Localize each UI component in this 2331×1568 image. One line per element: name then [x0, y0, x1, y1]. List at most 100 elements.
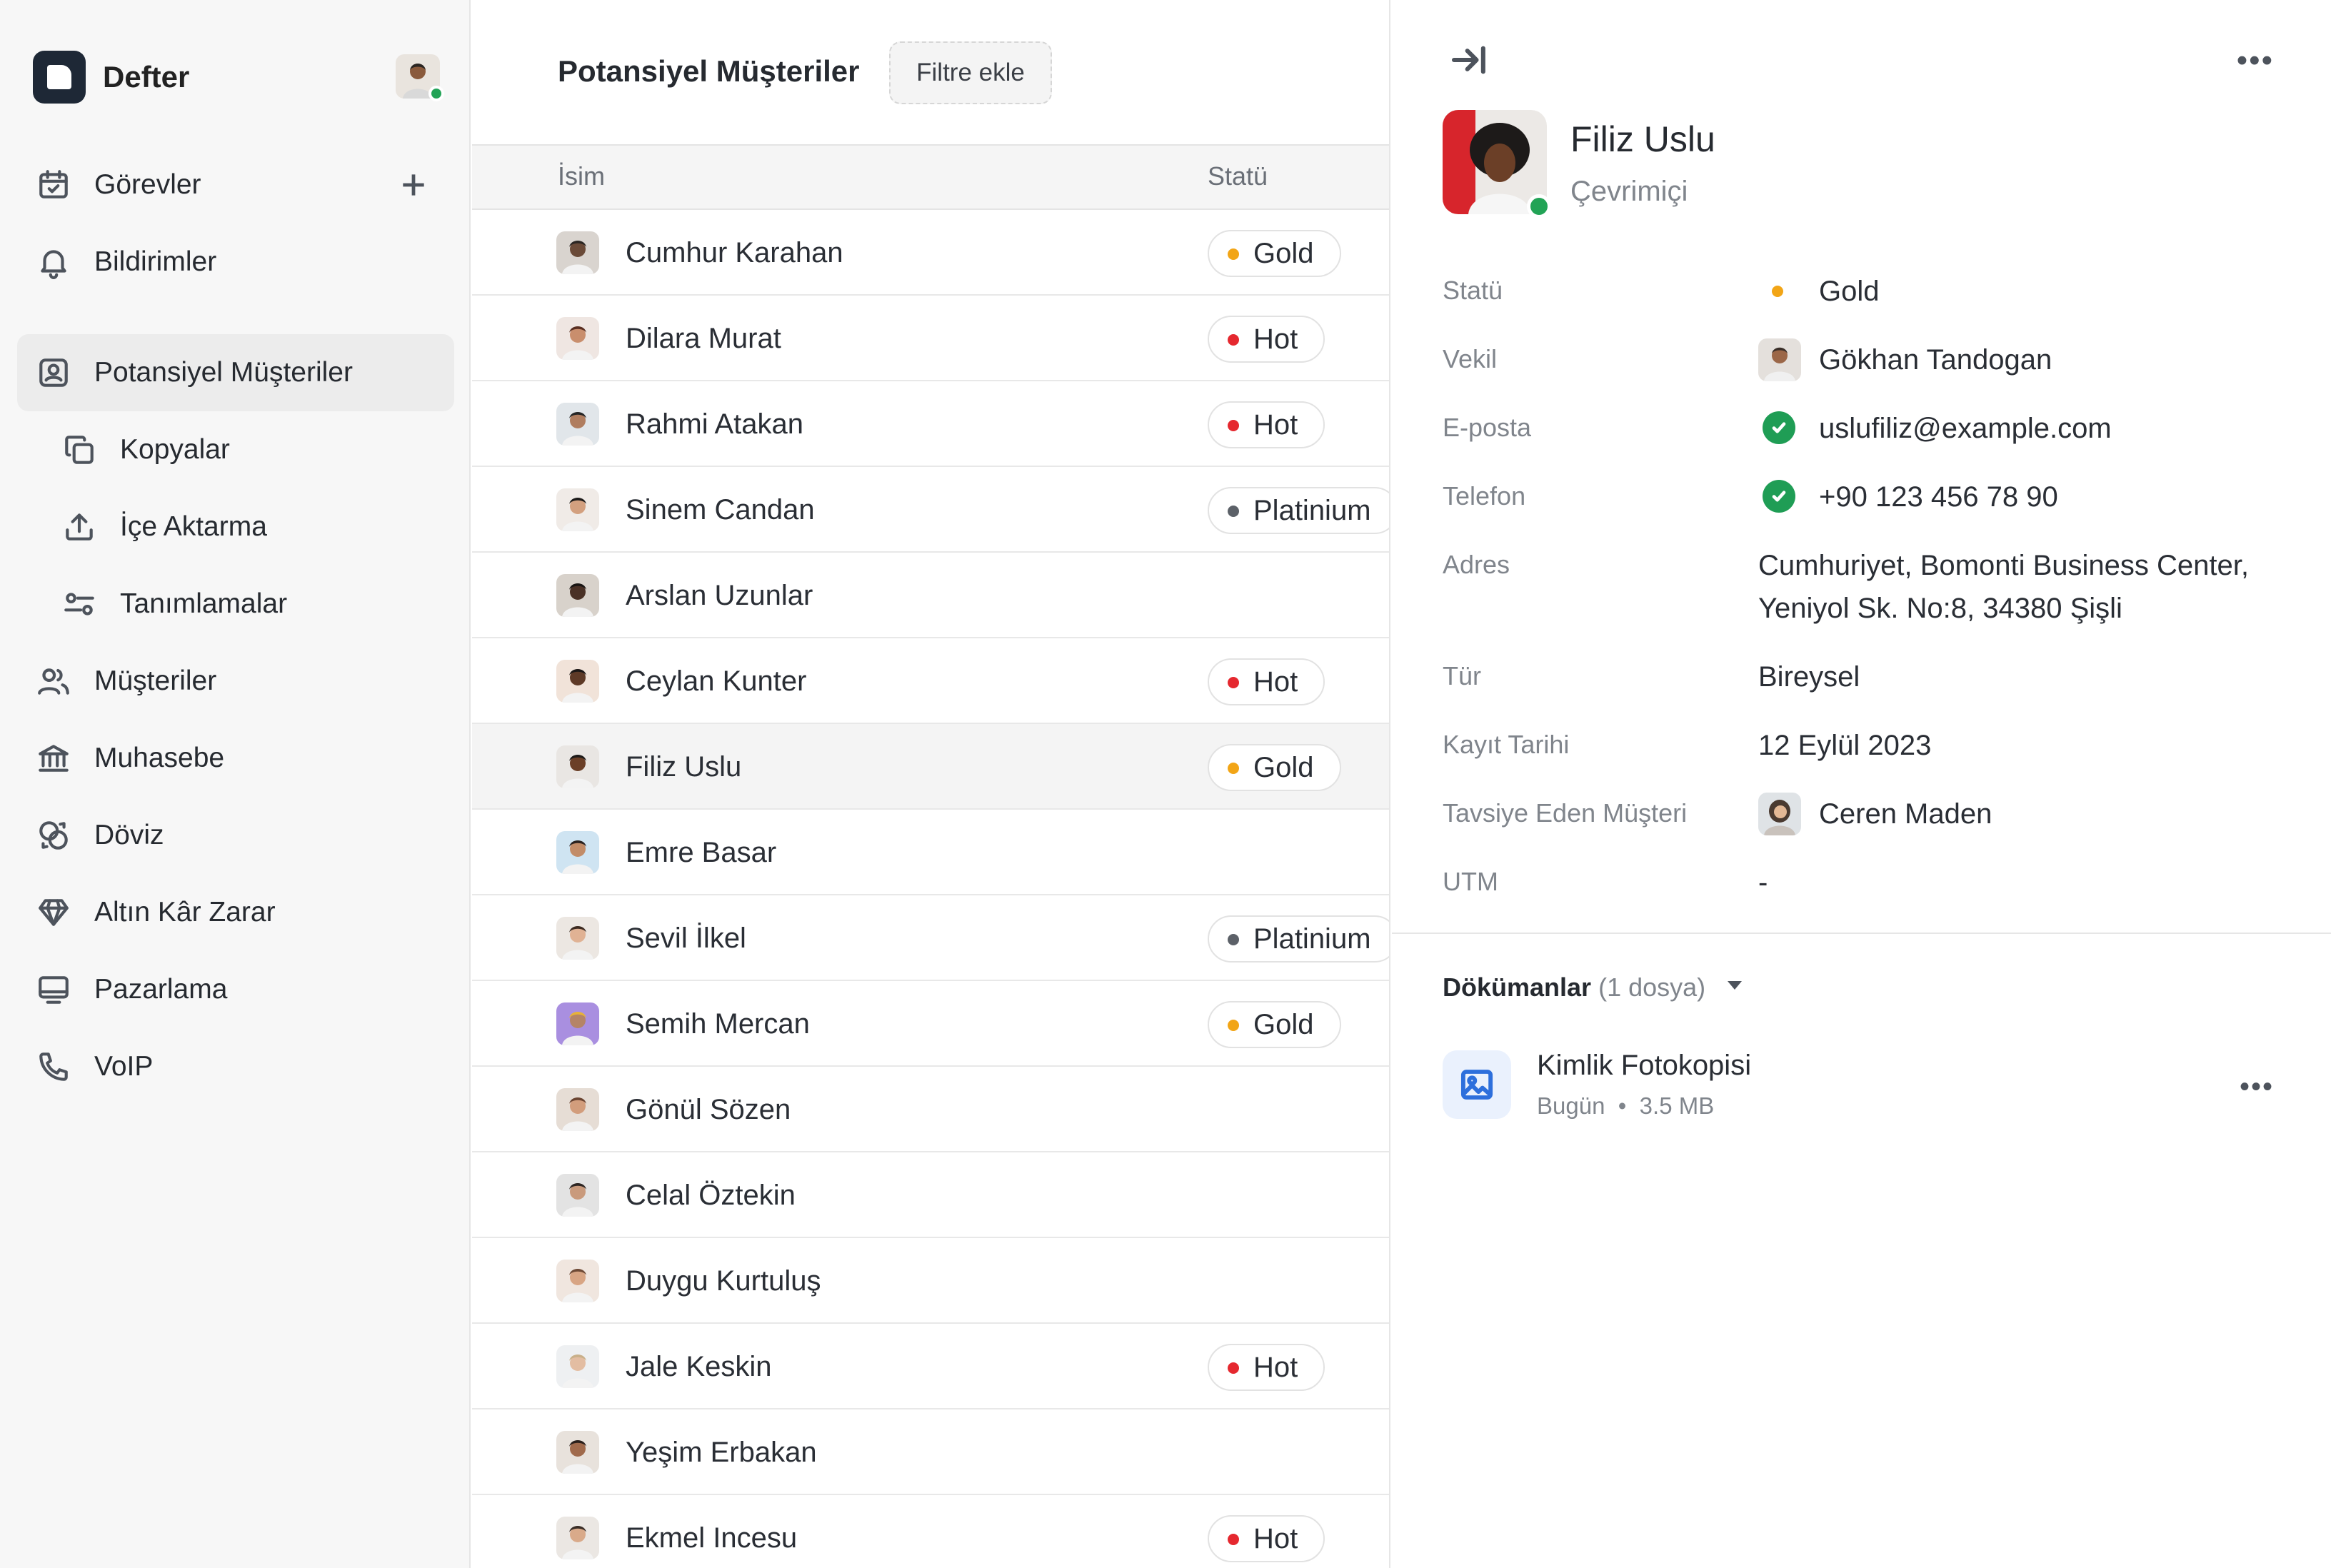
table-row[interactable]: Sinem Candan Platinium: [472, 467, 1389, 553]
table-row[interactable]: Rahmi Atakan Hot: [472, 381, 1389, 467]
sidebar-header: Defter: [33, 50, 444, 104]
table-row[interactable]: Gönül Sözen: [472, 1067, 1389, 1152]
leads-list-panel: Potansiyel Müşteriler Filtre ekle İsim S…: [472, 0, 1390, 1568]
status-badge[interactable]: Platinium: [1208, 915, 1389, 963]
table-row[interactable]: Filiz Uslu Gold: [472, 724, 1389, 810]
table-row[interactable]: Celal Öztekin: [472, 1152, 1389, 1238]
document-name[interactable]: Kimlik Fotokopisi: [1537, 1050, 1751, 1082]
table-row[interactable]: Arslan Uzunlar: [472, 553, 1389, 638]
image-file-icon[interactable]: [1443, 1050, 1511, 1119]
field-value-type[interactable]: Bireysel: [1758, 655, 1860, 698]
table-row[interactable]: Duygu Kurtuluş: [472, 1238, 1389, 1324]
table-row[interactable]: Jale Keskin Hot: [472, 1324, 1389, 1409]
collapse-panel-icon[interactable]: [1449, 40, 1492, 83]
field-value-utm[interactable]: -: [1758, 861, 1768, 904]
column-header-name[interactable]: İsim: [558, 161, 605, 191]
add-filter-button[interactable]: Filtre ekle: [889, 41, 1052, 104]
status-badge[interactable]: Gold: [1208, 1001, 1341, 1048]
lead-name[interactable]: Arslan Uzunlar: [626, 580, 813, 612]
status-badge-label: Hot: [1253, 1351, 1298, 1383]
lead-name[interactable]: Duygu Kurtuluş: [626, 1265, 821, 1297]
sidebar-item-altin-kar-zarar[interactable]: Altın Kâr Zarar: [17, 874, 454, 951]
table-row[interactable]: Ceylan Kunter Hot: [472, 638, 1389, 724]
status-badge[interactable]: Hot: [1208, 401, 1325, 448]
sidebar-item-label: Potansiyel Müşteriler: [94, 357, 353, 388]
field-value-status[interactable]: Gold: [1819, 270, 1880, 313]
status-dot: [1228, 677, 1239, 688]
status-badge[interactable]: Gold: [1208, 744, 1341, 791]
sidebar-item-label: Döviz: [94, 820, 164, 850]
lead-name[interactable]: Filiz Uslu: [626, 751, 741, 783]
user-avatar[interactable]: [396, 54, 444, 101]
sidebar-item-label: Müşteriler: [94, 665, 217, 696]
field-value-email[interactable]: uslufiliz@example.com: [1819, 407, 2112, 450]
status-dot: [1228, 1362, 1239, 1374]
online-status-dot: [428, 86, 444, 101]
sidebar-item-tanimlamalar[interactable]: Tanımlamalar: [43, 566, 454, 643]
sidebar: Defter Görevler Bildirimler Potansiyel M…: [0, 0, 471, 1568]
table-row[interactable]: Emre Basar: [472, 810, 1389, 895]
table-row[interactable]: Cumhur Karahan Gold: [472, 210, 1389, 296]
lead-name[interactable]: Celal Öztekin: [626, 1180, 796, 1212]
field-label-status: Statü: [1443, 276, 1503, 305]
field-value-address-line1[interactable]: Cumhuriyet, Bomonti Business Center,: [1758, 544, 2249, 587]
sidebar-item-muhasebe[interactable]: Muhasebe: [17, 720, 454, 797]
lead-name[interactable]: Ekmel Incesu: [626, 1522, 797, 1554]
lead-name[interactable]: Cumhur Karahan: [626, 237, 843, 269]
more-options-icon[interactable]: •••: [2237, 43, 2274, 79]
lead-name[interactable]: Gönül Sözen: [626, 1094, 791, 1126]
status-badge[interactable]: Hot: [1208, 658, 1325, 705]
avatar: [556, 660, 599, 703]
status-badge[interactable]: Platinium: [1208, 487, 1389, 534]
table-row[interactable]: Dilara Murat Hot: [472, 296, 1389, 381]
sidebar-item-voip[interactable]: VoIP: [17, 1028, 454, 1105]
document-more-options-icon[interactable]: •••: [2240, 1071, 2274, 1103]
status-badge[interactable]: Gold: [1208, 230, 1341, 277]
status-badge[interactable]: Hot: [1208, 316, 1325, 363]
table-row[interactable]: Yeşim Erbakan: [472, 1409, 1389, 1495]
field-value-agent[interactable]: Gökhan Tandogan: [1819, 338, 2052, 381]
add-task-button[interactable]: [394, 166, 433, 204]
sidebar-item-pazarlama[interactable]: Pazarlama: [17, 951, 454, 1028]
lead-name[interactable]: Emre Basar: [626, 837, 776, 869]
table-row[interactable]: Sevil İlkel Platinium: [472, 895, 1389, 981]
sidebar-item-musteriler[interactable]: Müşteriler: [17, 643, 454, 720]
lead-name[interactable]: Sinem Candan: [626, 494, 815, 526]
avatar: [556, 403, 599, 446]
verified-check-icon: [1763, 411, 1795, 444]
status-badge[interactable]: Hot: [1208, 1515, 1325, 1562]
lead-name[interactable]: Sevil İlkel: [626, 923, 746, 955]
lead-name[interactable]: Ceylan Kunter: [626, 665, 806, 698]
sidebar-item-gorevler[interactable]: Görevler: [17, 146, 454, 223]
field-value-referrer[interactable]: Ceren Maden: [1819, 793, 1992, 835]
avatar: [556, 1174, 599, 1217]
table-row[interactable]: Ekmel Incesu Hot: [472, 1495, 1389, 1568]
app-logo-icon[interactable]: [33, 51, 86, 104]
documents-toggle[interactable]: Dökümanlar (1 dosya): [1443, 973, 1705, 1002]
field-value-address-line2[interactable]: Yeniyol Sk. No:8, 34380 Şişli: [1758, 587, 2122, 630]
field-value-phone[interactable]: +90 123 456 78 90: [1819, 476, 2058, 518]
field-value-registered[interactable]: 12 Eylül 2023: [1758, 724, 1931, 767]
status-badge-label: Hot: [1253, 323, 1298, 355]
sidebar-item-bildirimler[interactable]: Bildirimler: [17, 223, 454, 301]
status-dot: [1228, 1020, 1239, 1031]
sidebar-item-potansiyel-musteriler[interactable]: Potansiyel Müşteriler: [17, 334, 454, 411]
lead-name[interactable]: Dilara Murat: [626, 323, 781, 355]
sidebar-item-ice-aktarma[interactable]: İçe Aktarma: [43, 488, 454, 566]
status-badge[interactable]: Hot: [1208, 1344, 1325, 1391]
sidebar-item-kopyalar[interactable]: Kopyalar: [43, 411, 454, 488]
avatar: [556, 1517, 599, 1559]
lead-name[interactable]: Rahmi Atakan: [626, 408, 803, 441]
status-dot: [1228, 506, 1239, 517]
referrer-avatar: [1758, 793, 1801, 835]
lead-name[interactable]: Semih Mercan: [626, 1008, 810, 1040]
document-size: 3.5 MB: [1639, 1092, 1715, 1119]
phone-icon: [34, 1047, 73, 1086]
lead-name[interactable]: Jale Keskin: [626, 1351, 772, 1383]
chevron-down-icon[interactable]: [1728, 981, 1742, 990]
sidebar-item-doviz[interactable]: Döviz: [17, 797, 454, 874]
column-header-status[interactable]: Statü: [1208, 161, 1268, 191]
sliders-icon: [60, 585, 99, 623]
table-row[interactable]: Semih Mercan Gold: [472, 981, 1389, 1067]
lead-name[interactable]: Yeşim Erbakan: [626, 1437, 817, 1469]
